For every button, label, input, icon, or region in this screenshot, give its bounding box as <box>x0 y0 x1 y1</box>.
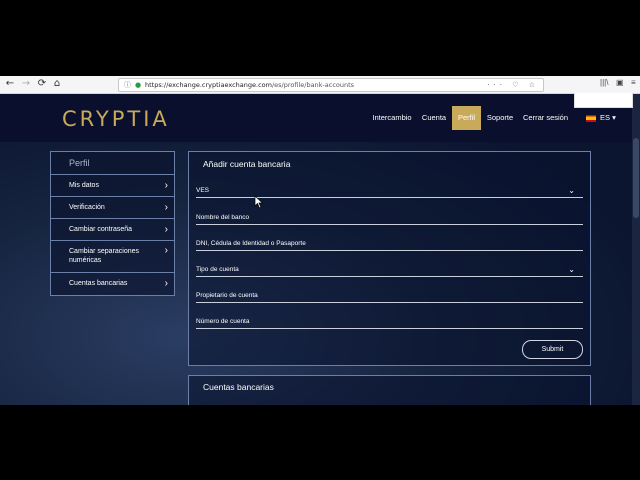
sidebar-item-label: Cambiar separaciones numéricas <box>69 248 140 264</box>
sidebar-item-label: Mis datos <box>69 182 99 189</box>
chevron-right-icon: › <box>164 278 168 289</box>
sidebar-toggle-icon[interactable]: ▣ <box>616 78 624 87</box>
sidebar-item-label: Cuentas bancarias <box>69 280 128 287</box>
nav-intercambio[interactable]: Intercambio <box>370 106 414 130</box>
sidebar-item-label: Verificación <box>69 204 105 211</box>
sidebar-item-verificacion[interactable]: Verificación › <box>51 197 174 219</box>
account-type-select[interactable]: Tipo de cuenta ⌄ <box>196 264 583 277</box>
dropdown-popup <box>574 93 633 108</box>
bank-accounts-title: Cuentas bancarias <box>203 382 274 392</box>
mouse-cursor-icon <box>254 195 264 209</box>
chevron-right-icon: › <box>164 245 168 256</box>
account-owner-input[interactable]: Propietario de cuenta <box>196 290 583 303</box>
bank-accounts-card: Cuentas bancarias <box>188 375 591 405</box>
url-bar[interactable]: ⓘ ● https://exchange.cryptiaexchange.com… <box>118 78 544 92</box>
url-text: https://exchange.cryptiaexchange.com/es/… <box>145 79 354 91</box>
sidebar-title: Perfil <box>51 152 174 175</box>
add-bank-account-card: Añadir cuenta bancaria VES ⌄ Nombre del … <box>188 151 591 366</box>
back-icon[interactable]: ← <box>4 78 16 90</box>
language-selector[interactable]: ES ▾ <box>600 106 616 130</box>
bank-name-input[interactable]: Nombre del banco <box>196 212 583 225</box>
home-icon[interactable]: ⌂ <box>51 78 63 90</box>
library-icon[interactable]: |||\ <box>600 78 608 87</box>
sidebar-item-cambiar-contrasena[interactable]: Cambiar contraseña › <box>51 219 174 241</box>
menu-icon[interactable]: ≡ <box>631 78 636 87</box>
chevron-right-icon: › <box>164 180 168 191</box>
sidebar-item-separaciones[interactable]: Cambiar separaciones numéricas › <box>51 241 174 273</box>
info-icon[interactable]: ⓘ <box>124 79 131 91</box>
reload-icon[interactable]: ⟳ <box>36 78 48 90</box>
chevron-down-icon: ⌄ <box>568 265 575 274</box>
profile-sidebar: Perfil Mis datos › Verificación › Cambia… <box>50 151 175 296</box>
spain-flag-icon[interactable] <box>586 115 596 122</box>
nav-cuenta[interactable]: Cuenta <box>420 106 448 130</box>
page-actions-icon[interactable]: ··· ♡ ☆ <box>487 79 539 91</box>
nav-perfil[interactable]: Perfil <box>452 106 481 130</box>
sidebar-item-cuentas-bancarias[interactable]: Cuentas bancarias › <box>51 273 174 294</box>
account-number-input[interactable]: Número de cuenta <box>196 316 583 329</box>
logo[interactable]: CRYPTIA <box>62 107 170 131</box>
nav-soporte[interactable]: Soporte <box>485 106 515 130</box>
sidebar-item-label: Cambiar contraseña <box>69 226 133 233</box>
sidebar-item-mis-datos[interactable]: Mis datos › <box>51 175 174 197</box>
id-number-input[interactable]: DNI, Cédula de Identidad o Pasaporte <box>196 238 583 251</box>
submit-button[interactable]: Submit <box>522 340 583 359</box>
site-header: CRYPTIA Intercambio Cuenta Perfil Soport… <box>0 94 632 142</box>
lock-icon: ● <box>135 81 142 89</box>
url-path: /es/profile/bank-accounts <box>271 81 355 89</box>
browser-toolbar: ← → ⟳ ⌂ ⓘ ● https://exchange.cryptiaexch… <box>0 76 640 94</box>
currency-value: VES <box>196 187 210 194</box>
chevron-right-icon: › <box>164 202 168 213</box>
account-type-placeholder: Tipo de cuenta <box>196 266 239 273</box>
url-host: https://exchange.cryptiaexchange.com <box>145 81 272 89</box>
forward-icon[interactable]: → <box>20 78 32 90</box>
scrollbar-thumb[interactable] <box>633 138 639 218</box>
form-title: Añadir cuenta bancaria <box>203 159 291 169</box>
chevron-down-icon: ⌄ <box>568 186 575 195</box>
nav-cerrar-sesion[interactable]: Cerrar sesión <box>522 106 569 130</box>
page-content: CRYPTIA Intercambio Cuenta Perfil Soport… <box>0 94 640 405</box>
